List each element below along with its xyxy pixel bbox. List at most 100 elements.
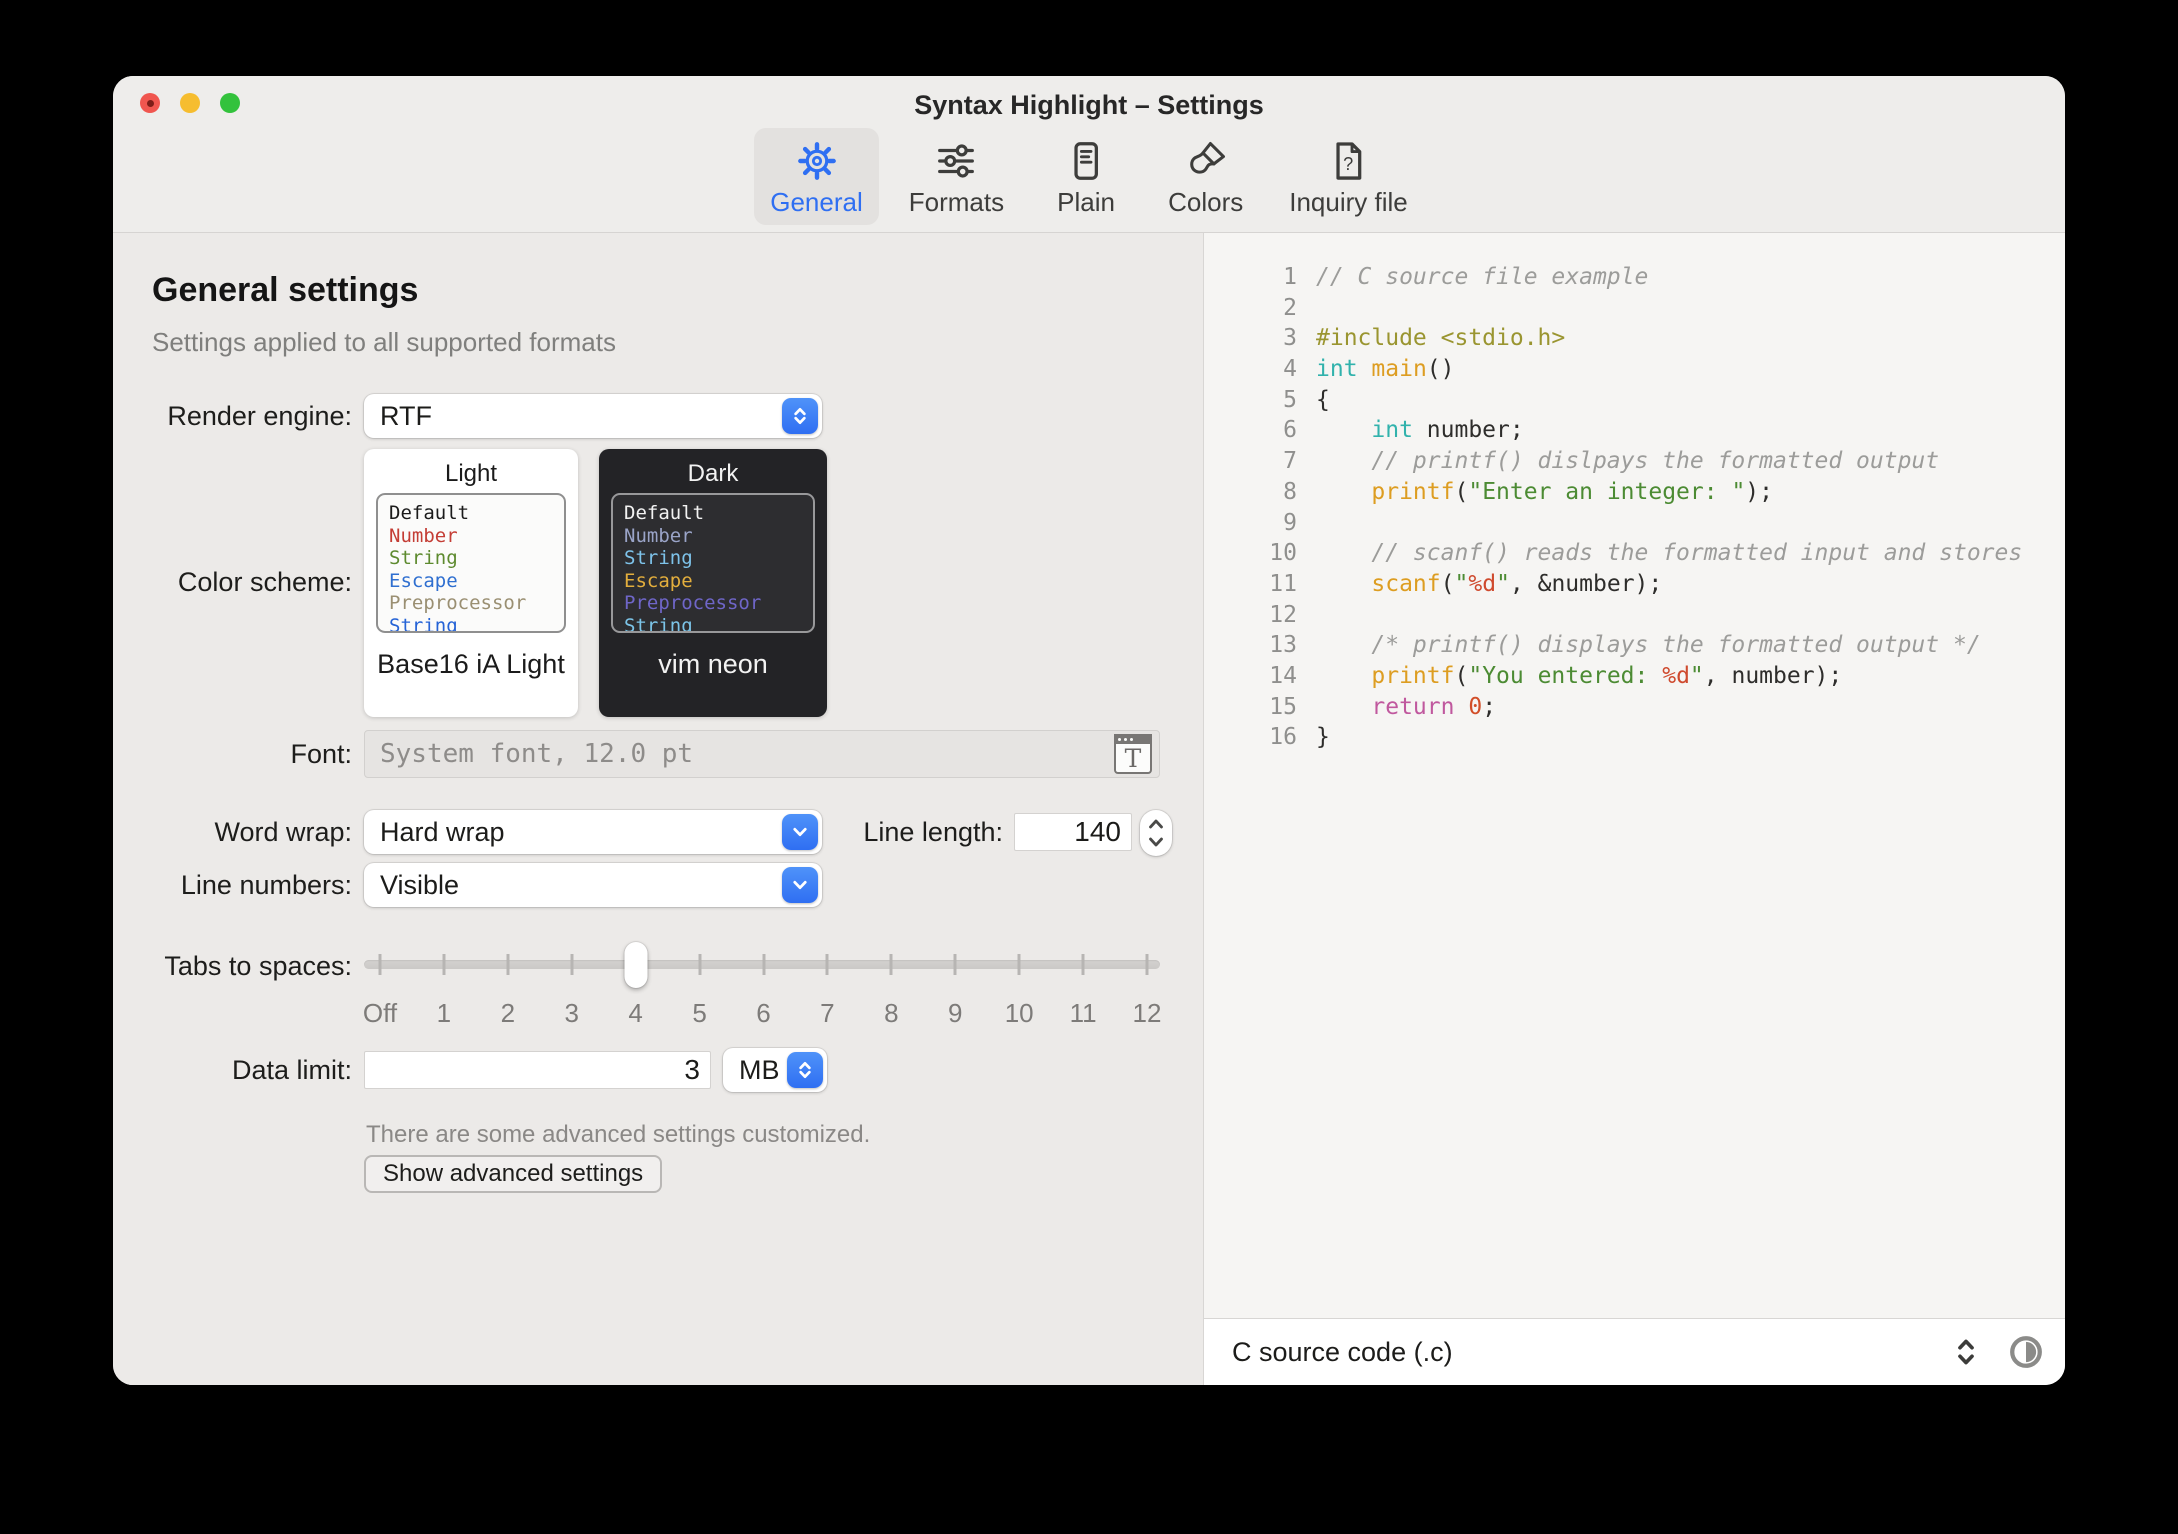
line-length-field[interactable]: 140	[1014, 813, 1132, 851]
code-token: "	[1689, 662, 1704, 689]
svg-text:?: ?	[1344, 154, 1354, 174]
line-number: 2	[1283, 294, 1297, 321]
code-token: int	[1316, 356, 1358, 383]
code-text: /* printf() displays the formatted outpu…	[1297, 630, 1981, 661]
code-token: printf	[1371, 662, 1455, 689]
toolbar-tab-general[interactable]: General	[754, 128, 879, 225]
dark-token-string: String	[624, 547, 693, 569]
code-line: 3 #include <stdio.h>	[1204, 323, 2065, 354]
code-line: 9	[1204, 508, 2065, 539]
toolbar-tab-formats[interactable]: Formats	[893, 128, 1020, 225]
line-number: 14	[1269, 662, 1297, 689]
titlebar: Syntax Highlight – Settings General Forma…	[113, 76, 2065, 233]
slider-tick-label: 6	[756, 998, 771, 1028]
tabs-to-spaces-label: Tabs to spaces:	[164, 951, 352, 981]
slider-tick	[506, 954, 510, 975]
code-token: (	[1440, 570, 1455, 597]
line-number: 3	[1283, 325, 1297, 352]
slider-tick	[1017, 954, 1021, 975]
slider-tick-label: 2	[500, 998, 516, 1028]
code-preview: 1 // C source file example 2 3 #include <std…	[1204, 233, 2065, 1318]
line-length-stepper[interactable]	[1140, 810, 1172, 856]
toolbar-tab-colors[interactable]: Colors	[1152, 128, 1259, 225]
render-engine-value: RTF	[380, 400, 432, 431]
font-field[interactable]: System font, 12.0 pt T	[364, 730, 1160, 778]
dark-token-string: String	[624, 614, 693, 633]
slider-tick-label: Off	[362, 998, 398, 1028]
code-line: 1 // C source file example	[1204, 262, 2065, 293]
render-engine-label: Render engine:	[167, 401, 352, 431]
show-advanced-settings-button[interactable]: Show advanced settings	[364, 1155, 663, 1193]
word-wrap-popup[interactable]: Hard wrap	[364, 810, 822, 854]
line-number: 8	[1283, 478, 1297, 505]
slider-tick	[570, 954, 574, 975]
dark-card-scheme-name: vim neon	[658, 649, 768, 679]
slider-tick	[889, 954, 893, 975]
chevron-up-down-icon	[787, 1052, 823, 1088]
line-number: 9	[1283, 509, 1297, 536]
dark-card-token-preview: Default Number String Escape Preprocessor Str…	[611, 493, 815, 633]
font-panel-icon[interactable]: T	[1114, 734, 1152, 774]
example-file-type-popup[interactable]: C source code (.c)	[1204, 1337, 1945, 1368]
slider-tick	[953, 954, 957, 975]
toolbar-tab-plain[interactable]: Plain	[1034, 128, 1138, 225]
slider-tick-label: 12	[1132, 998, 1162, 1028]
slider-thumb[interactable]	[624, 942, 648, 988]
document-question-icon: ?	[1325, 138, 1371, 184]
line-number: 13	[1269, 632, 1297, 659]
light-token-escape: Escape	[389, 569, 458, 592]
line-number: 4	[1283, 356, 1297, 383]
code-token: (	[1454, 478, 1469, 505]
code-token: }	[1316, 724, 1330, 751]
code-text: printf("You entered: %d", number);	[1297, 661, 1842, 692]
slider-tick-label: 7	[820, 998, 835, 1028]
data-limit-unit-popup[interactable]: MB	[723, 1048, 827, 1092]
color-scheme-label: Color scheme:	[177, 567, 352, 597]
code-text: }	[1297, 722, 1330, 753]
line-number: 12	[1269, 601, 1297, 628]
code-line: 10 // scanf() reads the formatted input …	[1204, 538, 2065, 569]
line-numbers-popup[interactable]: Visible	[364, 863, 822, 907]
word-wrap-value: Hard wrap	[380, 816, 505, 847]
code-token: ()	[1426, 356, 1455, 383]
toolbar-tabs: General Formats Plain Colors? Inquiry file	[113, 128, 2065, 225]
color-scheme-dark-card[interactable]: Dark Default Number String Escape Preprocess…	[599, 449, 827, 717]
chevron-expand-icon[interactable]	[1945, 1331, 1987, 1373]
line-length-label: Line length:	[863, 817, 1003, 847]
code-token: // printf() dislpays the formatted outpu…	[1371, 448, 1940, 475]
code-line: 2	[1204, 293, 2065, 324]
render-engine-popup[interactable]: RTF	[364, 394, 822, 438]
data-limit-label: Data limit:	[231, 1055, 352, 1085]
slider-tick	[1145, 954, 1149, 975]
dark-token-default: Default	[624, 502, 705, 524]
code-line: 11 scanf("%d", &number);	[1204, 569, 2065, 600]
code-token: (	[1454, 662, 1469, 689]
code-token: #include <stdio.h>	[1316, 325, 1566, 352]
code-token: %d	[1662, 662, 1690, 689]
code-token: "You entered:	[1468, 662, 1663, 689]
document-icon	[1063, 138, 1109, 184]
code-text: printf("Enter an integer: ");	[1297, 477, 1773, 508]
code-token: printf	[1371, 478, 1455, 505]
slider-tick-label: 11	[1069, 998, 1097, 1028]
font-panel-letter: T	[1124, 744, 1142, 773]
code-line: 13 /* printf() displays the formatted ou…	[1204, 630, 2065, 661]
color-scheme-light-card[interactable]: Light Default Number String Escape Preproces…	[364, 449, 578, 717]
slider-tick-label: 1	[436, 998, 452, 1028]
code-text: // scanf() reads the formatted input and…	[1297, 538, 2022, 569]
code-token: ;	[1482, 693, 1497, 720]
code-token: "Enter an integer: "	[1468, 478, 1746, 505]
tabs-to-spaces-slider[interactable]: Off 1 2 3 4 5 6 7 8 9 10 11 12	[362, 942, 1162, 1033]
appearance-contrast-icon[interactable]	[2005, 1331, 2047, 1373]
line-number: 16	[1269, 724, 1297, 751]
toolbar-tab-inquiry-file[interactable]: ? Inquiry file	[1273, 128, 1424, 225]
code-token: /* printf() displays the formatted outpu…	[1371, 632, 1981, 659]
data-limit-field[interactable]: 3	[364, 1051, 711, 1089]
light-token-string: String	[389, 547, 458, 569]
